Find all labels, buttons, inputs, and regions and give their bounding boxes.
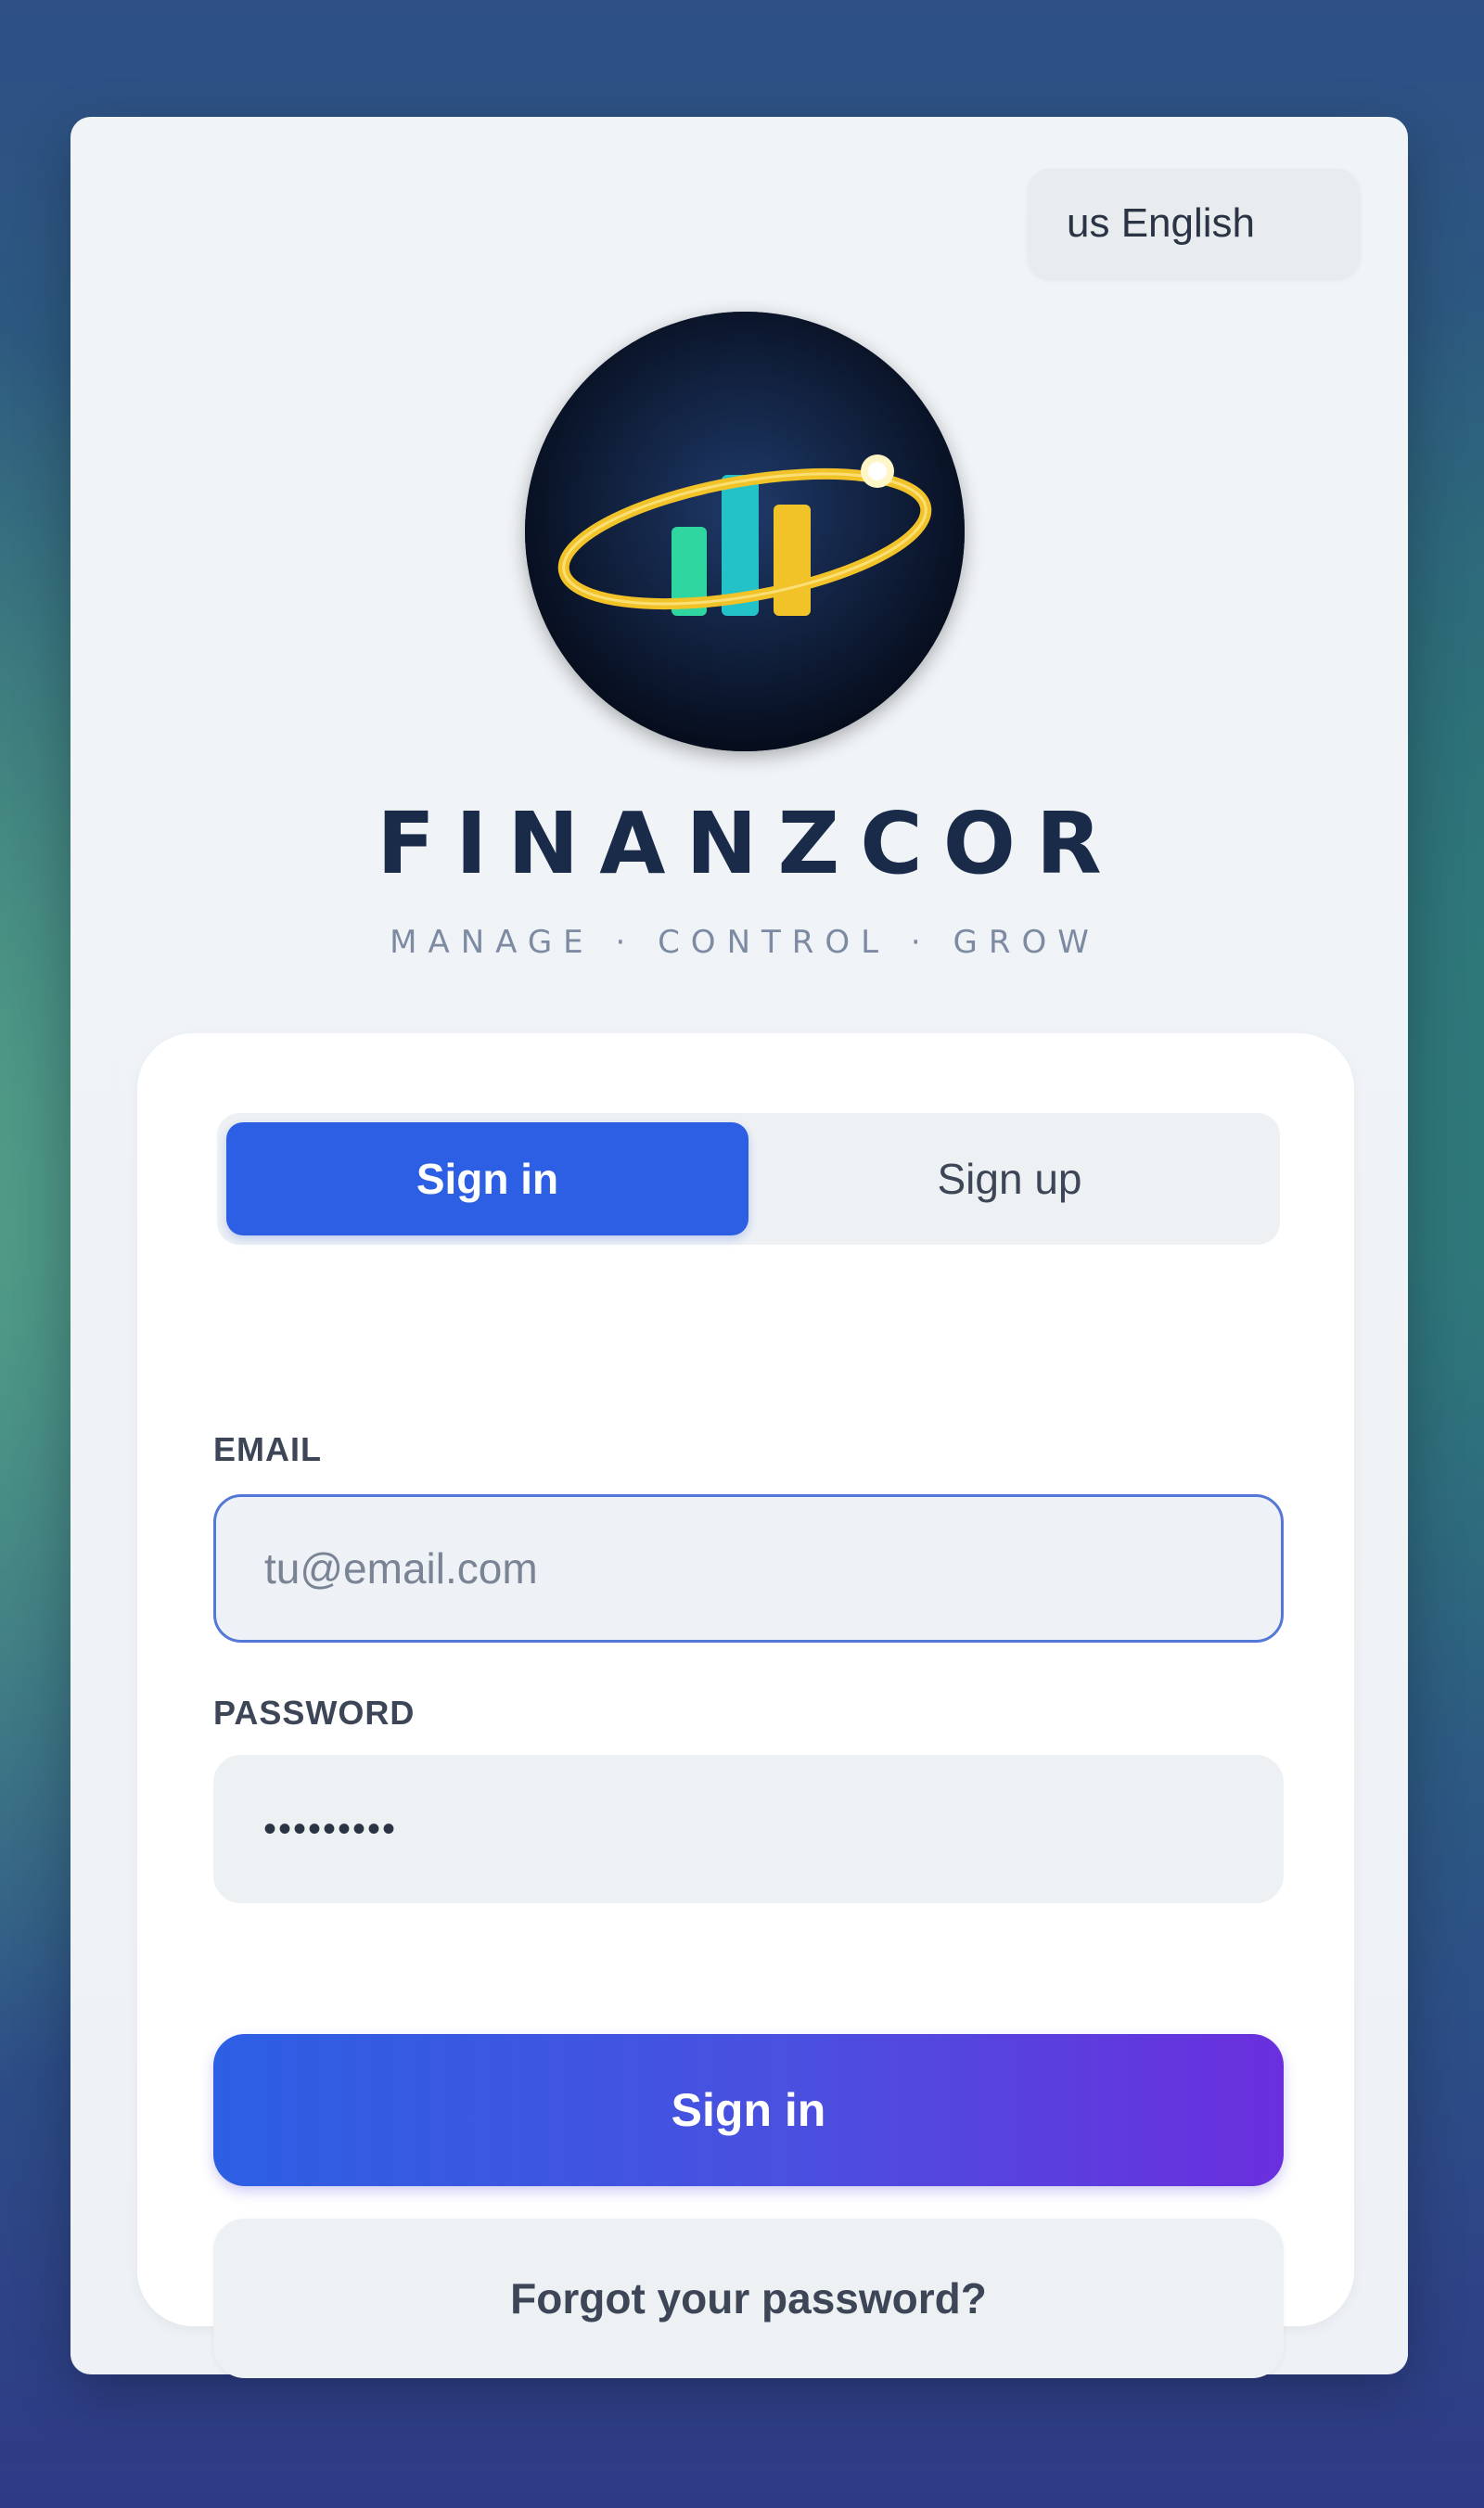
auth-form-panel: Sign in Sign up EMAIL PASSWORD Sign in F… — [137, 1033, 1354, 2378]
tab-sign-up[interactable]: Sign up — [748, 1122, 1271, 1235]
email-label: EMAIL — [213, 1430, 322, 1468]
sign-in-button[interactable]: Sign in — [213, 2034, 1284, 2186]
auth-tabs: Sign in Sign up — [217, 1113, 1280, 1245]
email-input[interactable] — [213, 1494, 1284, 1643]
forgot-password-button[interactable]: Forgot your password? — [213, 2219, 1284, 2378]
tab-sign-in[interactable]: Sign in — [226, 1122, 748, 1235]
login-card: us English FINANZCOR MANAGE · CONTROL · … — [70, 117, 1408, 2378]
password-input[interactable] — [213, 1755, 1284, 1903]
language-selector[interactable]: us English — [1028, 169, 1360, 278]
brand-tagline: MANAGE · CONTROL · GROW — [390, 924, 1100, 961]
brand-name: FINANZCOR — [377, 794, 1122, 893]
password-label: PASSWORD — [213, 1694, 416, 1732]
brand-logo-icon — [525, 312, 965, 751]
